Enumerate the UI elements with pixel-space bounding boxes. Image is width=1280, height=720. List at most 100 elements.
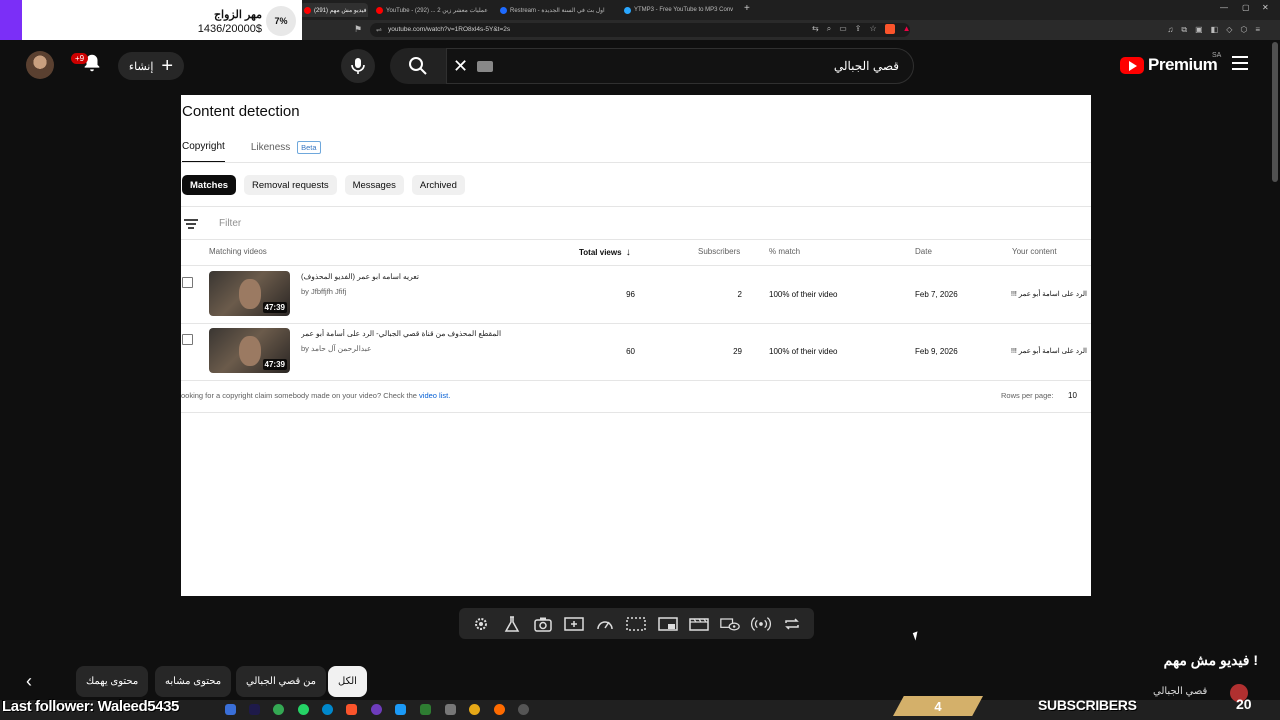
speed-gauge-icon[interactable]	[595, 614, 615, 634]
chip-all[interactable]: الكل	[328, 666, 367, 697]
search-button[interactable]	[390, 48, 446, 84]
row-checkbox[interactable]	[182, 277, 193, 288]
maximize-icon[interactable]: ▢	[1242, 3, 1250, 12]
app-icon[interactable]	[469, 704, 480, 715]
page-scrollbar[interactable]	[1272, 42, 1278, 182]
app-icon[interactable]	[445, 704, 456, 715]
video-channel: by Jfbffjfh Jfifj	[301, 287, 347, 296]
tab-label: YTMP3 - Free YouTube to MP3 Conv	[634, 7, 734, 13]
site-info-icon[interactable]: ⇌	[376, 26, 382, 34]
add-frame-icon[interactable]	[564, 614, 584, 634]
picture-in-picture-icon[interactable]	[657, 614, 678, 634]
app-icon[interactable]	[395, 704, 406, 715]
theater-mode-icon[interactable]	[689, 614, 709, 634]
watch-later-eye-icon[interactable]	[720, 614, 740, 634]
share-icon[interactable]: ⇪	[855, 24, 862, 34]
brave-rewards-icon[interactable]: ▲	[903, 24, 911, 34]
chip-matches[interactable]: Matches	[182, 175, 237, 195]
your-content-value[interactable]: !!! الرد على اسامة أبو عمر	[1011, 347, 1087, 355]
avatar[interactable]	[26, 51, 54, 79]
table-row[interactable]: 47:39 تعريه اسامه ابو عمر (الفديو المحذو…	[181, 266, 1091, 323]
brave-icon[interactable]	[346, 704, 357, 715]
goal-badge: 4	[893, 696, 983, 716]
new-tab-button[interactable]: +	[744, 3, 750, 14]
wallet-icon[interactable]: ⬡	[1240, 25, 1247, 35]
translate-icon[interactable]: ⇆	[812, 24, 819, 34]
youtube-favicon-icon	[304, 6, 311, 14]
donation-title: مهر الزواج	[213, 9, 262, 21]
minimize-icon[interactable]: —	[1220, 3, 1228, 12]
video-thumbnail[interactable]: 47:39	[209, 271, 290, 316]
app-icon[interactable]	[420, 704, 431, 715]
chevron-left-icon[interactable]: ‹	[26, 671, 32, 692]
premiere-icon[interactable]	[249, 704, 260, 715]
filter-chips: Matches Removal requests Messages Archiv…	[182, 175, 465, 195]
obs-icon[interactable]	[371, 704, 382, 715]
chip-recommended-for-you[interactable]: محتوى يهمك	[76, 666, 149, 697]
donation-goal-widget: مهر الزواج 1436/20000$ 7%	[0, 0, 302, 45]
screenshot-camera-icon[interactable]	[533, 614, 553, 634]
column-header-your-content: Your content	[1012, 247, 1057, 256]
bookmark-star-icon[interactable]: ☆	[869, 24, 876, 34]
tab-likeness[interactable]: Likeness Beta	[251, 141, 321, 163]
create-button[interactable]: إنشاء +	[118, 52, 184, 80]
close-window-icon[interactable]: ✕	[1262, 3, 1269, 12]
tab-youtube[interactable]: YouTube - عمليات معشر زين 2 ... (292)	[372, 3, 492, 17]
loop-icon[interactable]	[782, 614, 802, 634]
bookmark-icon[interactable]: ⚑	[354, 24, 362, 35]
extensions-bar: ♫ ⧉ ▣ ◧ ◇ ⬡ ≡	[1167, 25, 1260, 35]
zoom-icon[interactable]: ⌕	[827, 24, 831, 34]
keyboard-icon[interactable]	[477, 61, 493, 72]
your-content-value[interactable]: !!! الرد على اسامة أبو عمر	[1011, 290, 1087, 298]
chrome-icon[interactable]	[273, 704, 284, 715]
chip-removal-requests[interactable]: Removal requests	[244, 175, 337, 195]
tab-ytmp3[interactable]: YTMP3 - Free YouTube to MP3 Conv	[620, 3, 738, 17]
url-actions: ⇆ ⌕ ▭ ⇪ ☆ ▲	[812, 24, 911, 34]
chip-archived[interactable]: Archived	[411, 175, 465, 195]
tab-restream[interactable]: Restream - اول بث في السنة الجديدة	[496, 3, 616, 17]
telegram-icon[interactable]	[322, 704, 333, 715]
column-header-date: Date	[915, 247, 932, 256]
chip-messages[interactable]: Messages	[344, 175, 404, 195]
extension-icon[interactable]: ◧	[1211, 25, 1219, 35]
video-title[interactable]: تعريه اسامه ابو عمر (الفديو المحذوف)	[301, 272, 501, 281]
column-header-total-views[interactable]: Total views ↓	[579, 247, 631, 258]
brave-shield-icon[interactable]	[884, 24, 895, 34]
views-value: 96	[626, 290, 635, 299]
youtube-premium-logo[interactable]: Premium	[1120, 55, 1218, 75]
table-row[interactable]: 47:39 المقطع المحذوف من قناة قصي الجبالي…	[181, 323, 1091, 380]
guide-menu-icon[interactable]	[1232, 56, 1248, 70]
video-list-link[interactable]: video list.	[419, 391, 450, 400]
row-checkbox[interactable]	[182, 334, 193, 345]
app-icon[interactable]	[225, 704, 236, 715]
sidebar-icon[interactable]: ▣	[1195, 25, 1203, 35]
divider	[181, 162, 1091, 163]
app-icon[interactable]	[518, 704, 529, 715]
video-thumbnail[interactable]: 47:39	[209, 328, 290, 373]
voice-search-mic-icon[interactable]	[341, 49, 375, 83]
vpn-icon[interactable]: ◇	[1226, 25, 1232, 35]
menu-icon[interactable]: ≡	[1255, 25, 1260, 35]
firefox-icon[interactable]	[494, 704, 505, 715]
settings-gear-icon[interactable]	[471, 614, 491, 634]
tab-label: YouTube - عمليات معشر زين 2 ... (292)	[386, 7, 488, 14]
chip-from-channel[interactable]: من قصي الجبالي	[236, 666, 327, 697]
cast-icon[interactable]: ▭	[839, 24, 847, 34]
chip-similar-content[interactable]: محتوى مشابه	[155, 666, 232, 697]
broadcast-icon[interactable]	[751, 614, 772, 634]
tab-copyright[interactable]: Copyright	[182, 141, 225, 163]
filter-icon[interactable]	[184, 219, 198, 229]
filter-input[interactable]: Filter	[219, 218, 241, 229]
rows-per-page-select[interactable]: 10	[1068, 391, 1077, 400]
subscribers-value: 2	[737, 290, 742, 299]
logo-text: Premium	[1148, 55, 1218, 74]
extension-icon[interactable]: ⧉	[1181, 25, 1187, 35]
tab-active[interactable]: (291) فيديو مش مهم	[300, 3, 368, 17]
search-input[interactable]: ✕ قصي الجبالي	[446, 48, 914, 84]
whatsapp-icon[interactable]	[298, 704, 309, 715]
clear-search-icon[interactable]: ✕	[453, 56, 468, 77]
subtitles-dashed-icon[interactable]	[626, 614, 647, 634]
experiments-flask-icon[interactable]	[502, 614, 522, 634]
extension-icon[interactable]: ♫	[1167, 25, 1173, 35]
video-title[interactable]: المقطع المحذوف من قناة قصي الجبالي- الرد…	[301, 329, 501, 338]
